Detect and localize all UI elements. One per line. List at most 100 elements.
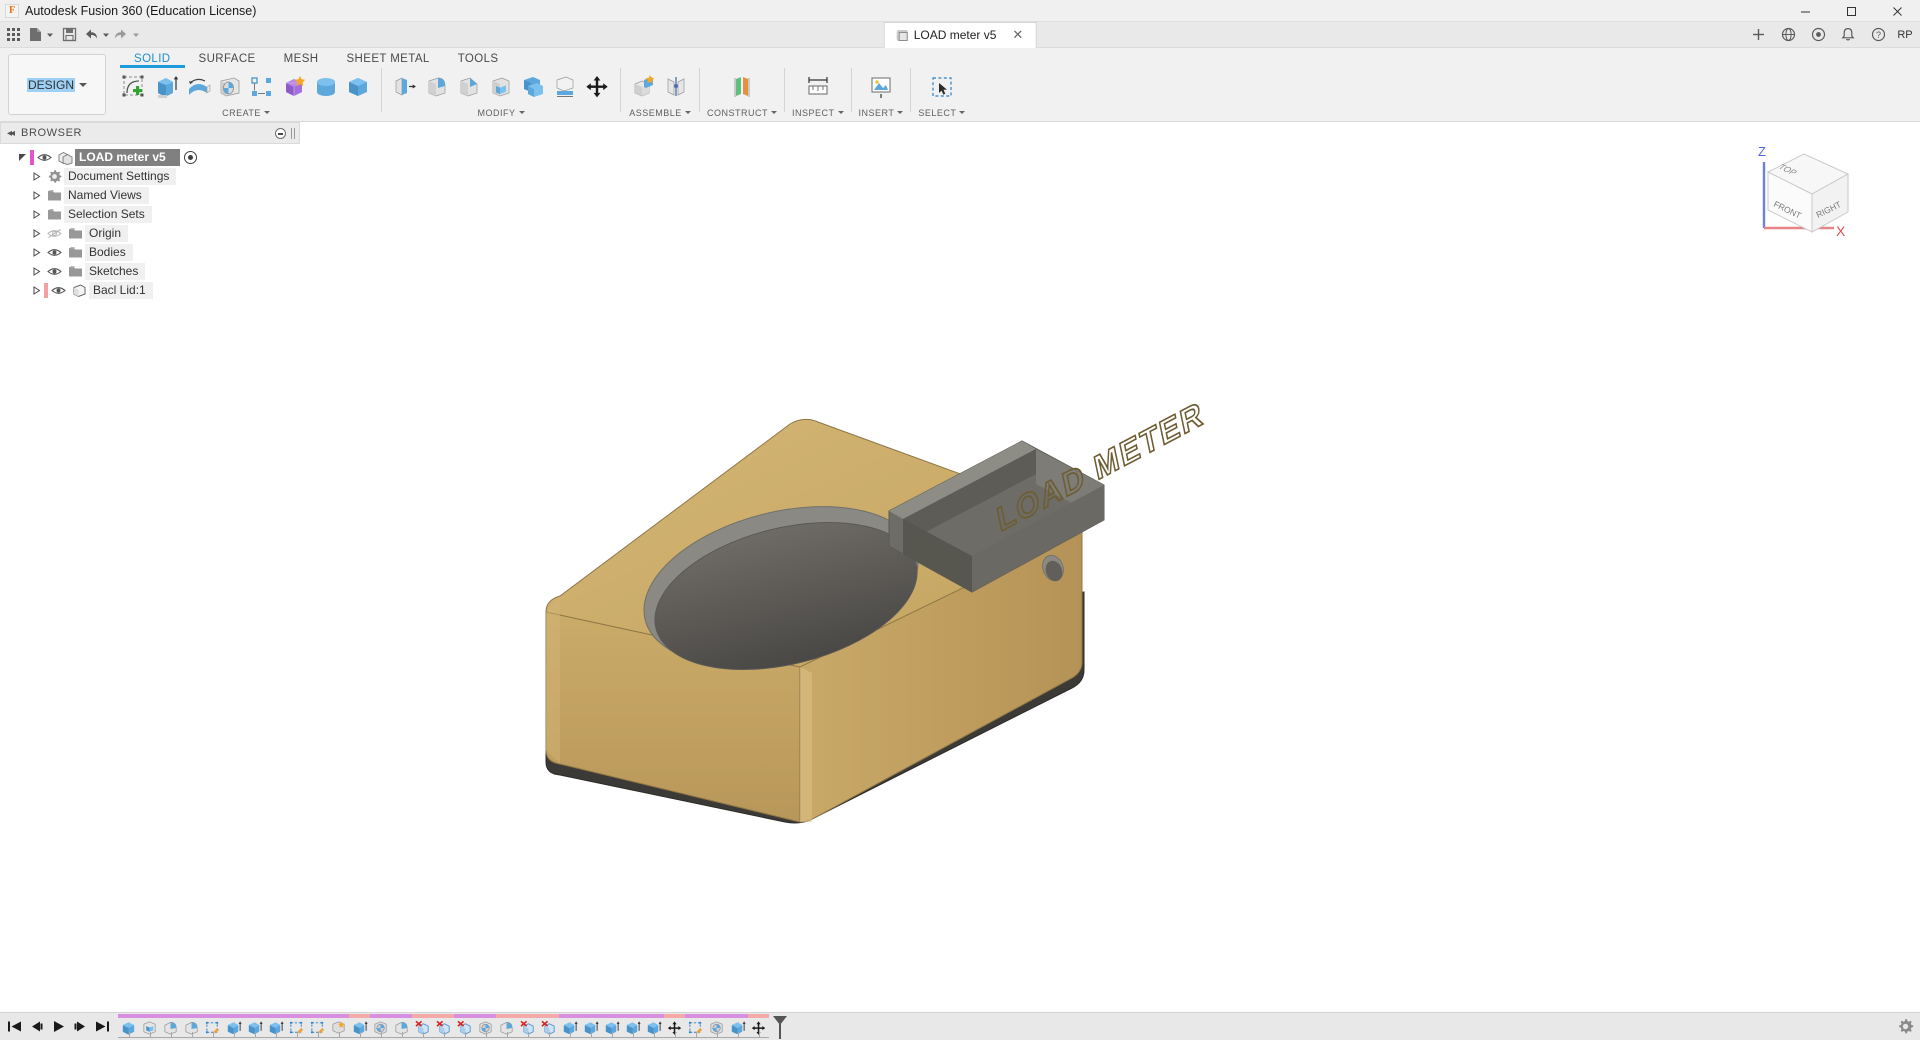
go-to-beginning-button[interactable] bbox=[4, 1016, 24, 1038]
gear-icon bbox=[44, 169, 64, 184]
visibility-eye-icon[interactable] bbox=[44, 247, 65, 258]
workspace-label: DESIGN bbox=[27, 78, 75, 92]
visibility-eye-icon[interactable] bbox=[48, 285, 69, 296]
maximize-button[interactable] bbox=[1828, 0, 1874, 22]
step-back-button[interactable] bbox=[26, 1016, 46, 1038]
folder-icon bbox=[65, 227, 85, 240]
close-button[interactable] bbox=[1874, 0, 1920, 22]
measure-button[interactable] bbox=[802, 69, 834, 105]
tab-tools[interactable]: TOOLS bbox=[444, 50, 513, 68]
help-globe-icon[interactable] bbox=[1774, 23, 1802, 47]
scale-button[interactable] bbox=[549, 69, 581, 105]
ribbon-group-modify: MODIFY bbox=[387, 68, 615, 119]
document-tab-title: LOAD meter v5 bbox=[914, 28, 997, 42]
chevron-down-icon bbox=[264, 111, 270, 114]
joint-button[interactable] bbox=[660, 69, 692, 105]
chamfer-button[interactable] bbox=[453, 69, 485, 105]
expand-arrow-icon[interactable] bbox=[28, 210, 44, 219]
tree-node-root[interactable]: LOAD meter v5 bbox=[0, 148, 300, 167]
expand-arrow-icon[interactable] bbox=[28, 286, 44, 295]
activate-component-radio[interactable] bbox=[184, 151, 197, 164]
revolve-button[interactable] bbox=[182, 69, 214, 105]
ribbon-group-create: CREATE bbox=[116, 68, 376, 119]
panel-grip-icon[interactable] bbox=[291, 128, 295, 139]
ribbon-group-insert-label[interactable]: INSERT bbox=[859, 106, 904, 119]
timeline-track[interactable] bbox=[118, 1013, 783, 1041]
ribbon-group-create-label[interactable]: CREATE bbox=[118, 106, 374, 119]
expand-arrow-icon[interactable] bbox=[28, 248, 44, 257]
redo-icon[interactable] bbox=[112, 23, 130, 47]
fillet-button[interactable] bbox=[421, 69, 453, 105]
press-pull-button[interactable] bbox=[389, 69, 421, 105]
extrude-button[interactable] bbox=[150, 69, 182, 105]
minimize-panel-icon[interactable] bbox=[275, 128, 286, 139]
grid-apps-icon[interactable] bbox=[0, 23, 26, 47]
undo-dropdown-icon[interactable] bbox=[100, 23, 112, 47]
visibility-eye-icon[interactable] bbox=[34, 152, 55, 163]
draft-button[interactable] bbox=[517, 69, 549, 105]
extension-icon[interactable] bbox=[1804, 23, 1832, 47]
go-to-end-button[interactable] bbox=[92, 1016, 112, 1038]
visibility-eye-icon[interactable] bbox=[44, 266, 65, 277]
timeline-end-marker[interactable] bbox=[769, 1013, 783, 1041]
select-button[interactable] bbox=[926, 69, 958, 105]
shell-button[interactable] bbox=[485, 69, 517, 105]
ribbon-group-modify-label[interactable]: MODIFY bbox=[389, 106, 613, 119]
minimize-button[interactable] bbox=[1782, 0, 1828, 22]
new-document-dropdown-icon[interactable] bbox=[44, 23, 56, 47]
close-document-icon[interactable]: ✕ bbox=[1012, 27, 1023, 43]
tree-node-label: Named Views bbox=[64, 187, 149, 204]
play-button[interactable] bbox=[48, 1016, 68, 1038]
tree-node-sketches[interactable]: Sketches bbox=[0, 262, 300, 281]
title-bar: F Autodesk Fusion 360 (Education License… bbox=[0, 0, 1920, 22]
user-avatar[interactable]: RP bbox=[1894, 25, 1916, 45]
insert-derive-button[interactable] bbox=[865, 69, 897, 105]
tab-sheet-metal[interactable]: SHEET METAL bbox=[332, 50, 443, 68]
tree-node-bacl-lid[interactable]: Bacl Lid:1 bbox=[0, 281, 300, 300]
timeline-settings-gear-icon[interactable] bbox=[1897, 1018, 1914, 1038]
save-icon[interactable] bbox=[56, 23, 82, 47]
visibility-hidden-icon[interactable] bbox=[44, 228, 65, 239]
expand-arrow-icon[interactable] bbox=[14, 153, 30, 162]
ribbon-group-select-label[interactable]: SELECT bbox=[918, 106, 965, 119]
tree-node-selection-sets[interactable]: Selection Sets bbox=[0, 205, 300, 224]
folder-icon bbox=[44, 208, 64, 221]
step-forward-button[interactable] bbox=[70, 1016, 90, 1038]
new-document-icon[interactable] bbox=[26, 23, 44, 47]
ribbon-group-inspect-label[interactable]: INSPECT bbox=[792, 106, 844, 119]
workspace-selector[interactable]: DESIGN bbox=[8, 54, 106, 115]
box-button[interactable] bbox=[342, 69, 374, 105]
tab-solid[interactable]: SOLID bbox=[120, 50, 185, 68]
new-component-button[interactable] bbox=[628, 69, 660, 105]
ribbon-group-assemble-label[interactable]: ASSEMBLE bbox=[628, 106, 692, 119]
document-tab[interactable]: LOAD meter v5 ✕ bbox=[884, 22, 1037, 48]
browser-tree: LOAD meter v5 Document Settings bbox=[0, 144, 300, 300]
expand-arrow-icon[interactable] bbox=[28, 191, 44, 200]
expand-arrow-icon[interactable] bbox=[28, 172, 44, 181]
add-tab-icon[interactable] bbox=[1744, 23, 1772, 47]
loft-button[interactable] bbox=[246, 69, 278, 105]
expand-arrow-icon[interactable] bbox=[28, 267, 44, 276]
collapse-icon[interactable]: ◂◂ bbox=[7, 128, 13, 139]
tree-node-label: Sketches bbox=[85, 263, 145, 280]
tree-node-document-settings[interactable]: Document Settings bbox=[0, 167, 300, 186]
rib-button[interactable] bbox=[278, 69, 310, 105]
tree-node-bodies[interactable]: Bodies bbox=[0, 243, 300, 262]
ribbon-group-construct-label[interactable]: CONSTRUCT bbox=[707, 106, 777, 119]
offset-plane-button[interactable] bbox=[726, 69, 758, 105]
notification-bell-icon[interactable] bbox=[1834, 23, 1862, 47]
tab-surface[interactable]: SURFACE bbox=[185, 50, 270, 68]
tree-node-label: Bacl Lid:1 bbox=[89, 282, 153, 299]
expand-arrow-icon[interactable] bbox=[28, 229, 44, 238]
move-copy-button[interactable] bbox=[581, 69, 613, 105]
tree-node-named-views[interactable]: Named Views bbox=[0, 186, 300, 205]
redo-dropdown-icon[interactable] bbox=[130, 23, 142, 47]
cylinder-button[interactable] bbox=[310, 69, 342, 105]
create-sketch-button[interactable] bbox=[118, 69, 150, 105]
undo-icon[interactable] bbox=[82, 23, 100, 47]
sweep-button[interactable] bbox=[214, 69, 246, 105]
tree-node-origin[interactable]: Origin bbox=[0, 224, 300, 243]
view-cube[interactable]: Z X TOP FRONT RIGHT bbox=[1742, 140, 1872, 250]
help-icon[interactable]: ? bbox=[1864, 23, 1892, 47]
tab-mesh[interactable]: MESH bbox=[270, 50, 333, 68]
